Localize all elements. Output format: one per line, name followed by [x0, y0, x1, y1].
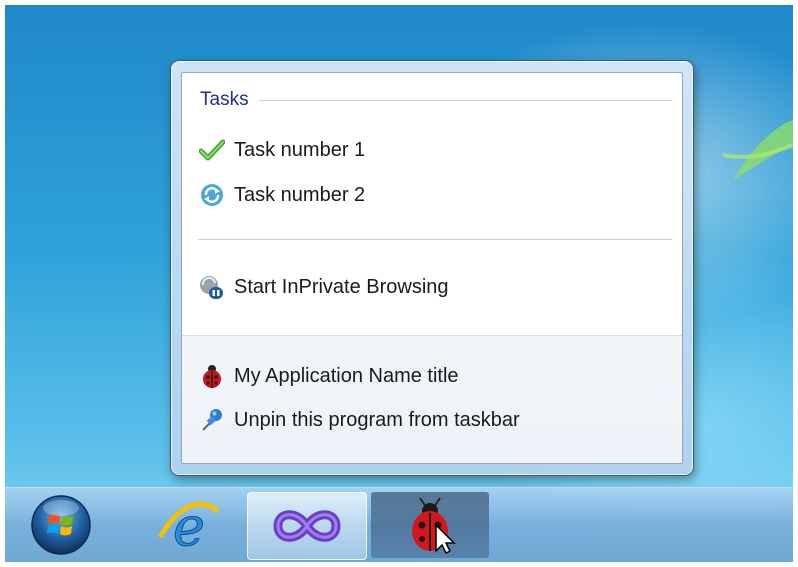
jump-list: Tasks Task number 1 Task number 2 Start …: [170, 60, 694, 476]
task-item-1-label: Task number 1: [234, 138, 366, 161]
taskbar: e: [5, 487, 793, 562]
inprivate-item[interactable]: Start InPrivate Browsing: [198, 270, 461, 304]
app-name-label: My Application Name title: [234, 364, 459, 387]
task-item-1[interactable]: Task number 1: [198, 133, 377, 167]
tasks-header: Tasks: [200, 89, 249, 110]
unpin-item[interactable]: Unpin this program from taskbar: [198, 403, 532, 437]
inprivate-label: Start InPrivate Browsing: [234, 275, 449, 298]
separator: [198, 239, 672, 240]
jump-list-footer: My Application Name title Unpin this pro…: [182, 335, 682, 463]
wallpaper-leaf: [723, 120, 793, 180]
ladybug-app-icon: [412, 497, 456, 555]
unpin-label: Unpin this program from taskbar: [234, 408, 520, 431]
taskbar-ie-button[interactable]: e: [137, 492, 241, 558]
desktop: Tasks Task number 1 Task number 2 Start …: [5, 5, 793, 562]
app-name-item[interactable]: My Application Name title: [198, 359, 471, 393]
task-item-2[interactable]: Task number 2: [198, 178, 377, 212]
unpin-icon: [198, 406, 226, 434]
checkmark-icon: [198, 136, 226, 164]
tasks-header-rule: [258, 99, 672, 101]
tasks-category: Tasks: [200, 89, 672, 111]
refresh-icon: [198, 181, 226, 209]
taskbar-visual-studio-button[interactable]: [247, 492, 367, 560]
jump-list-panel: Tasks Task number 1 Task number 2 Start …: [181, 72, 683, 464]
visual-studio-icon: [273, 510, 341, 542]
windows-logo-icon: [31, 495, 91, 555]
internet-explorer-icon: e: [157, 495, 220, 557]
inprivate-icon: [198, 273, 226, 301]
task-item-2-label: Task number 2: [234, 183, 366, 206]
ladybug-icon: [198, 362, 226, 390]
start-button[interactable]: [17, 492, 105, 558]
taskbar-ladybug-button[interactable]: [371, 492, 489, 558]
